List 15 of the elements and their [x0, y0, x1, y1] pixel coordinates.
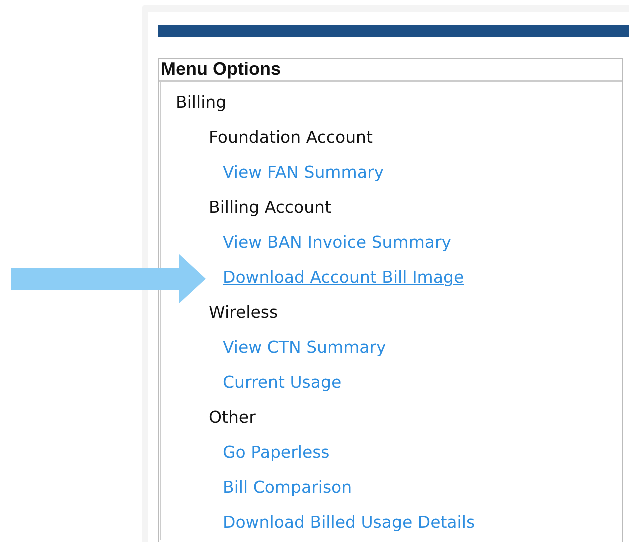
arrow-icon: [11, 254, 206, 304]
menu-category-label: Billing Account: [209, 198, 332, 217]
menu-link[interactable]: View BAN Invoice Summary: [223, 233, 452, 252]
menu-link[interactable]: Go Paperless: [223, 443, 330, 462]
menu-group-label: Billing: [176, 93, 227, 112]
menu-link[interactable]: Bill Comparison: [223, 478, 352, 497]
menu-link[interactable]: Current Usage: [223, 373, 342, 392]
menu-link[interactable]: Download Account Bill Image: [223, 268, 464, 287]
menu-link[interactable]: Download Billed Usage Details: [223, 513, 476, 532]
menu-category-label: Wireless: [209, 303, 278, 322]
menu-link[interactable]: View CTN Summary: [223, 338, 386, 357]
menu-link[interactable]: View FAN Summary: [223, 163, 384, 182]
menu-title: Menu Options: [159, 59, 622, 82]
menu-category-label: Foundation Account: [209, 128, 373, 147]
menu-category-label: Other: [209, 408, 256, 427]
